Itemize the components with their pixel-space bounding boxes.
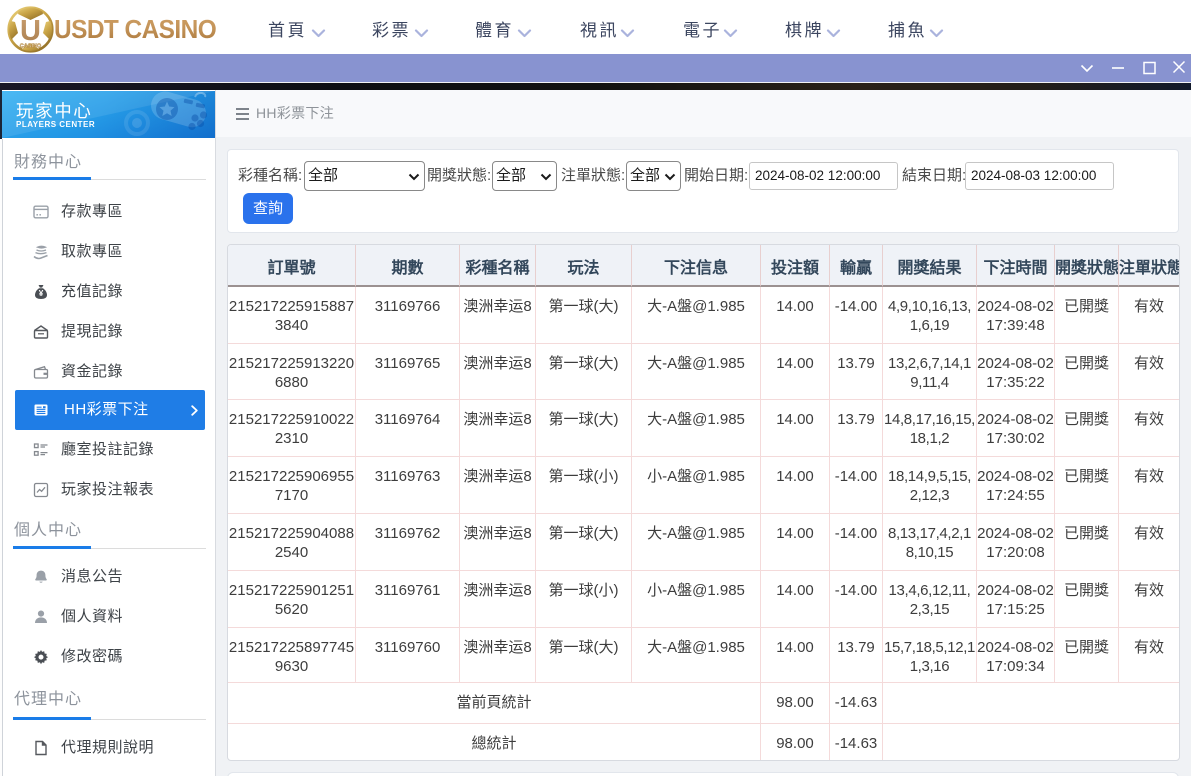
svg-text:CASINO: CASINO: [20, 44, 42, 50]
svg-text:U: U: [20, 15, 41, 47]
svg-text:¥: ¥: [39, 289, 44, 298]
